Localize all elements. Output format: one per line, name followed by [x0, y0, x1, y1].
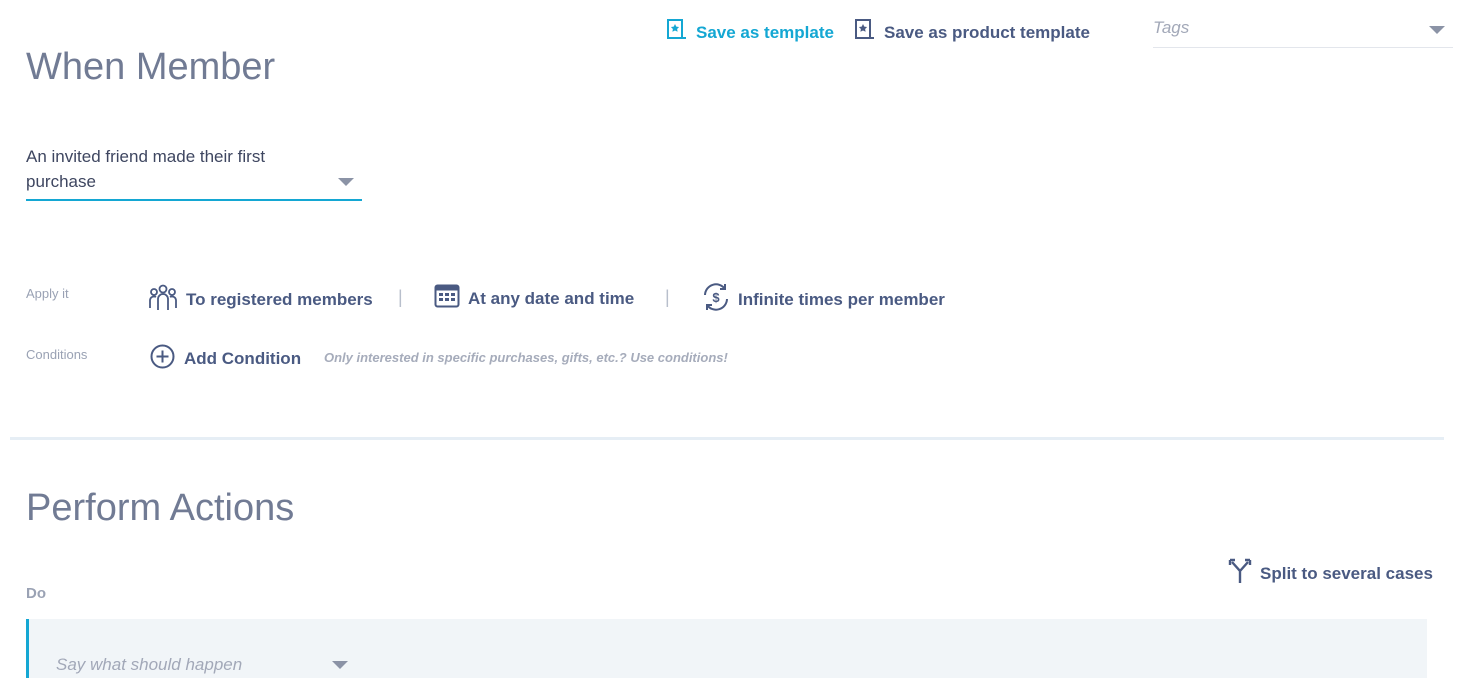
action-panel: Say what should happen	[26, 619, 1427, 678]
split-fork-icon	[1228, 558, 1252, 589]
add-condition-label: Add Condition	[184, 349, 302, 368]
action-chevron-down-icon	[332, 661, 348, 669]
calendar-icon	[434, 283, 460, 314]
tags-select[interactable]: Tags	[1153, 14, 1453, 48]
trigger-selected-line2: purchase	[26, 172, 96, 191]
save-as-template-button[interactable]: Save as template	[666, 18, 834, 47]
date-time-button[interactable]: At any date and time	[434, 283, 634, 314]
svg-text:$: $	[712, 290, 720, 305]
registered-members-button[interactable]: To registered members	[148, 283, 373, 316]
recurring-dollar-icon: $	[700, 281, 732, 318]
trigger-selected-value: An invited friend made their first purch…	[26, 144, 362, 194]
date-time-label: At any date and time	[468, 288, 635, 308]
save-as-template-label: Save as template	[696, 22, 834, 42]
do-label: Do	[26, 585, 46, 602]
section-divider	[10, 437, 1444, 440]
trigger-select[interactable]: An invited friend made their first purch…	[26, 144, 362, 201]
conditions-hint: Only interested in specific purchases, g…	[324, 350, 728, 365]
tags-chevron-down-icon	[1429, 26, 1445, 34]
product-template-star-icon	[854, 18, 876, 47]
apply-separator-1: |	[398, 287, 403, 307]
members-group-icon	[148, 283, 178, 316]
apply-it-label: Apply it	[26, 286, 69, 301]
template-star-icon	[666, 18, 688, 47]
registered-members-label: To registered members	[186, 289, 373, 309]
when-member-title: When Member	[26, 46, 276, 88]
split-cases-button[interactable]: Split to several cases	[1228, 558, 1433, 589]
conditions-label: Conditions	[26, 347, 88, 362]
add-condition-button[interactable]: Add Condition	[150, 344, 301, 374]
tags-placeholder: Tags	[1153, 18, 1190, 37]
action-select-placeholder: Say what should happen	[56, 655, 243, 674]
save-as-product-template-button[interactable]: Save as product template	[854, 18, 1090, 47]
action-select[interactable]: Say what should happen	[56, 645, 352, 675]
save-as-product-template-label: Save as product template	[884, 22, 1090, 42]
trigger-chevron-down-icon	[338, 178, 354, 186]
perform-actions-title: Perform Actions	[26, 487, 295, 529]
apply-separator-2: |	[665, 287, 670, 307]
trigger-selected-line1: An invited friend made their first	[26, 147, 266, 166]
times-per-member-label: Infinite times per member	[738, 289, 945, 309]
times-per-member-button[interactable]: $ Infinite times per member	[700, 281, 945, 318]
split-cases-label: Split to several cases	[1260, 563, 1433, 583]
plus-circle-icon	[150, 344, 175, 374]
